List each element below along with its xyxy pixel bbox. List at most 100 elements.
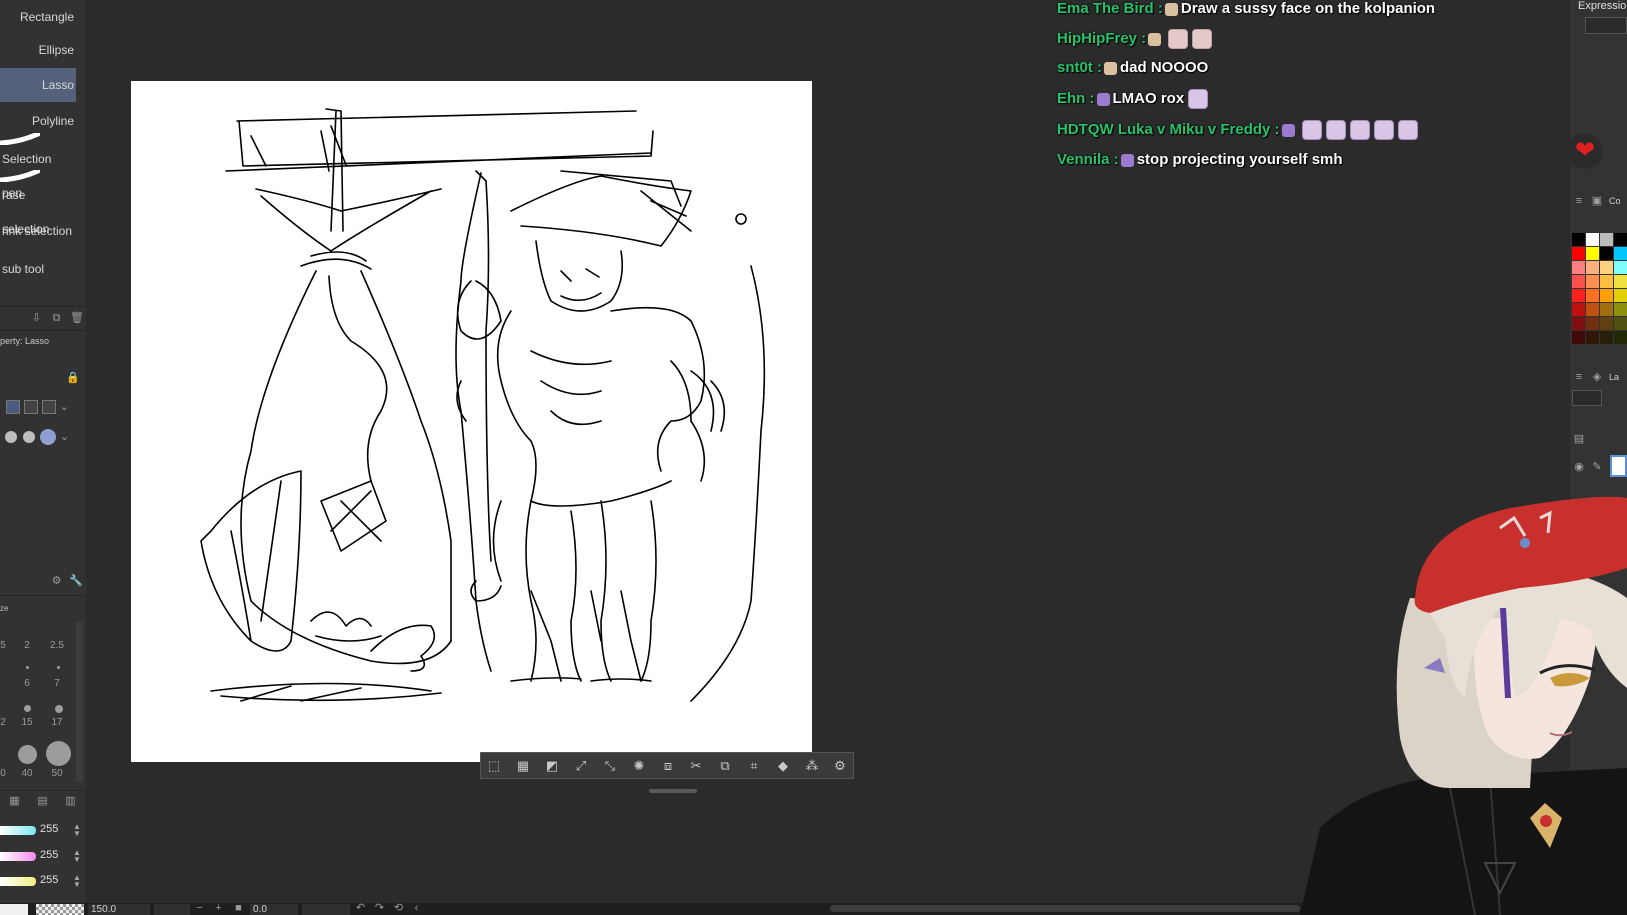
- brush-size-option[interactable]: 5: [0, 640, 12, 651]
- color-swatch[interactable]: [1614, 247, 1627, 260]
- trash-icon[interactable]: 🗑: [70, 312, 84, 325]
- zoom-field[interactable]: 150.0: [88, 904, 150, 915]
- import-icon[interactable]: ⇩: [30, 312, 43, 325]
- brush-size-dot[interactable]: [55, 705, 63, 713]
- color-swatch[interactable]: [1586, 233, 1599, 246]
- lock-icon[interactable]: 🔒: [66, 372, 80, 385]
- spinner-icon[interactable]: ▲ ▼: [73, 874, 81, 889]
- color-swatch[interactable]: [1572, 247, 1585, 260]
- sparkle-selection-icon[interactable]: ✺: [630, 757, 648, 775]
- brush-size-option[interactable]: 0: [0, 768, 12, 779]
- horizontal-scrollbar[interactable]: [830, 905, 1300, 912]
- brush-size-option[interactable]: 17: [48, 717, 66, 728]
- color-swatch[interactable]: [1614, 303, 1627, 316]
- fit-icon[interactable]: ■: [232, 902, 245, 915]
- color-swatch[interactable]: [1600, 275, 1613, 288]
- transform-icon[interactable]: ⧈: [659, 757, 677, 775]
- color-set-tab-icon[interactable]: ▥: [64, 795, 77, 808]
- layer-thumbnail[interactable]: [1610, 455, 1627, 477]
- zoom-out-icon[interactable]: −: [193, 902, 206, 915]
- layer-property-icon[interactable]: ▤: [1572, 432, 1586, 446]
- rotation-slider[interactable]: [302, 904, 350, 915]
- hue-value[interactable]: 255: [40, 823, 58, 835]
- crop-icon[interactable]: ⌗: [745, 757, 763, 775]
- spinner-icon[interactable]: ▲ ▼: [73, 849, 81, 864]
- saturation-value[interactable]: 255: [40, 849, 58, 861]
- subtool-shrink-selection[interactable]: rink selection: [0, 214, 76, 248]
- brush-size-dot[interactable]: [24, 705, 31, 712]
- color-swatch[interactable]: [1572, 317, 1585, 330]
- pen-icon[interactable]: ✎: [1590, 460, 1604, 474]
- spinner-icon[interactable]: ▲ ▼: [73, 823, 81, 838]
- toolbar-drag-handle[interactable]: [649, 789, 697, 793]
- layers-icon[interactable]: ◈: [1590, 370, 1604, 384]
- subtract-selection-mode-button[interactable]: [42, 400, 56, 414]
- menu-icon[interactable]: ≡: [1572, 370, 1586, 384]
- settings-icon[interactable]: ⚙: [50, 575, 63, 588]
- navigator-thumbnail[interactable]: [0, 904, 28, 915]
- brush-size-option[interactable]: 2: [0, 717, 12, 728]
- color-swatch[interactable]: [1600, 317, 1613, 330]
- color-swatch[interactable]: [1572, 275, 1585, 288]
- subtool-add-sub-tool[interactable]: sub tool: [0, 252, 76, 286]
- expand-selection-icon[interactable]: ⤢: [572, 757, 590, 775]
- color-wheel-tab-icon[interactable]: ▦: [8, 795, 21, 808]
- hue-slider[interactable]: [0, 826, 36, 835]
- wrench-icon[interactable]: 🔧: [69, 575, 83, 588]
- zoom-in-icon[interactable]: +: [212, 902, 225, 915]
- blend-mode-dropdown[interactable]: [1572, 390, 1602, 406]
- brush-size-option[interactable]: 40: [18, 768, 36, 779]
- brush-size-option[interactable]: 15: [18, 717, 36, 728]
- shrink-selection-icon[interactable]: ⤡: [601, 757, 619, 775]
- rotation-field[interactable]: 0.0: [250, 904, 298, 915]
- color-swatch[interactable]: [1586, 289, 1599, 302]
- color-swatch[interactable]: [1600, 247, 1613, 260]
- duplicate-icon[interactable]: ⧉: [50, 312, 63, 325]
- color-swatch[interactable]: [1600, 331, 1613, 344]
- antialias-weak-icon[interactable]: [23, 431, 35, 443]
- brush-size-option[interactable]: 7: [48, 678, 66, 689]
- color-swatch[interactable]: [1600, 261, 1613, 274]
- brush-size-dot[interactable]: [46, 741, 71, 766]
- color-swatch[interactable]: [1614, 289, 1627, 302]
- brush-size-option[interactable]: 2: [18, 640, 36, 651]
- zoom-slider[interactable]: [154, 904, 190, 915]
- clear-icon[interactable]: ⁂: [803, 757, 821, 775]
- value-value[interactable]: 255: [40, 874, 58, 886]
- eye-icon[interactable]: ◉: [1572, 460, 1586, 474]
- add-selection-mode-button[interactable]: [24, 400, 38, 414]
- invert-selection-icon[interactable]: ◩: [543, 757, 561, 775]
- brush-size-option[interactable]: 50: [48, 768, 66, 779]
- rotate-left-icon[interactable]: ↶: [354, 902, 367, 915]
- chevron-down-icon[interactable]: ⌄: [58, 401, 71, 414]
- color-swatch[interactable]: [1586, 275, 1599, 288]
- color-swatch[interactable]: [1600, 289, 1613, 302]
- brush-size-option[interactable]: 6: [18, 678, 36, 689]
- color-swatch[interactable]: [1600, 303, 1613, 316]
- brush-size-dot[interactable]: [26, 666, 29, 669]
- cut-icon[interactable]: ✂: [687, 757, 705, 775]
- color-set-icon[interactable]: ▣: [1590, 194, 1604, 208]
- subtool-erase-selection[interactable]: rase selection: [0, 178, 76, 236]
- color-swatch[interactable]: [1572, 289, 1585, 302]
- color-slider-tab-icon[interactable]: ▤: [36, 795, 49, 808]
- color-swatch[interactable]: [1600, 233, 1613, 246]
- color-swatch[interactable]: [1572, 303, 1585, 316]
- fill-icon[interactable]: ◆: [774, 757, 792, 775]
- color-swatch[interactable]: [1572, 331, 1585, 344]
- color-swatch[interactable]: [1614, 275, 1627, 288]
- color-swatch[interactable]: [1614, 317, 1627, 330]
- subtool-lasso[interactable]: Lasso: [0, 68, 76, 102]
- drawing-canvas[interactable]: [131, 81, 812, 762]
- copy-paste-icon[interactable]: ⧉: [716, 757, 734, 775]
- subtool-ellipse[interactable]: Ellipse: [0, 33, 76, 67]
- deselect-icon[interactable]: ⬚: [485, 757, 503, 775]
- brush-size-dot[interactable]: [18, 745, 37, 764]
- color-swatch[interactable]: [1572, 261, 1585, 274]
- color-swatch[interactable]: [1586, 317, 1599, 330]
- chevron-down-icon[interactable]: ⌄: [58, 431, 71, 444]
- expression-color-dropdown[interactable]: [1585, 17, 1627, 34]
- brush-size-dot[interactable]: [57, 666, 60, 669]
- brush-size-option[interactable]: 2.5: [48, 640, 66, 651]
- antialias-none-icon[interactable]: [5, 431, 17, 443]
